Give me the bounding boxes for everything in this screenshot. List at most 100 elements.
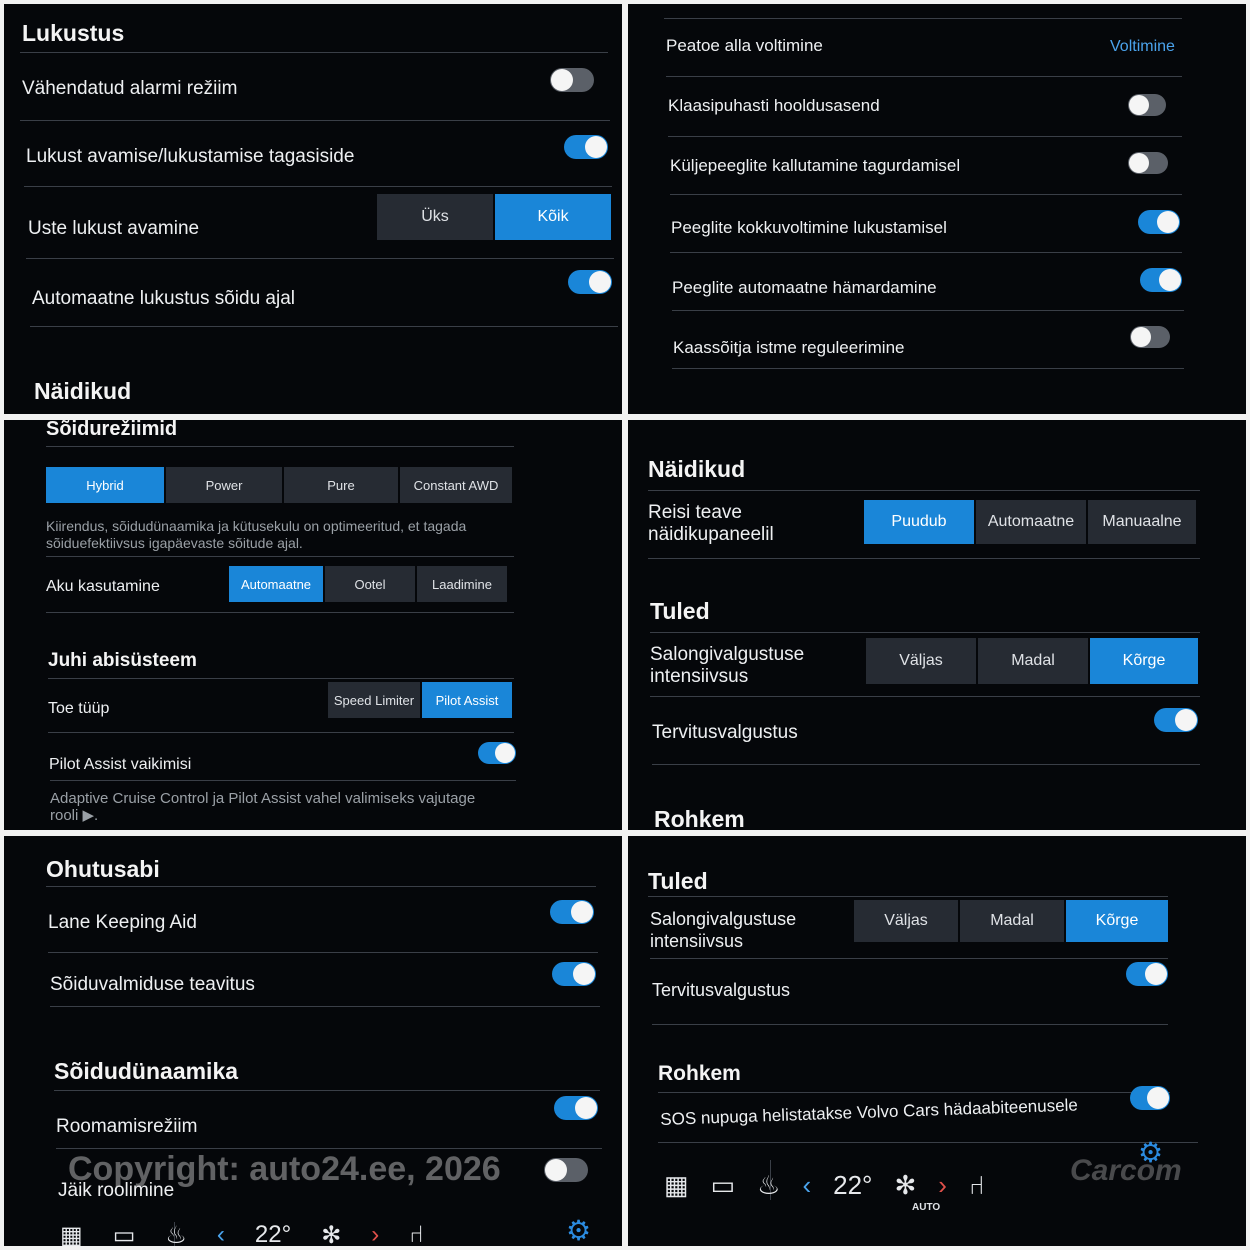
divider	[672, 368, 1184, 369]
panel-lock-settings: Lukustus Vähendatud alarmi režiim Lukust…	[4, 4, 622, 414]
passenger-seat-label: Kaassõitja istme reguleerimine	[673, 338, 905, 357]
grid-icon[interactable]: ▦	[664, 1170, 689, 1201]
readiness-alert-label: Sõiduvalmiduse teavitus	[50, 974, 255, 995]
divider	[46, 446, 514, 447]
readiness-alert-toggle[interactable]	[552, 962, 596, 986]
mirror-tilt-label: Küljepeeglite kallutamine tagurdamisel	[670, 156, 961, 175]
gear-icon[interactable]: ⚙	[566, 1214, 591, 1246]
passenger-seat-toggle[interactable]	[1130, 326, 1170, 348]
section-title-lukustus: Lukustus	[22, 20, 125, 46]
sos-call-toggle[interactable]	[1130, 1086, 1170, 1110]
door-unlock-all-option[interactable]: Kõik	[495, 194, 611, 240]
temperature-value[interactable]: 22°	[833, 1170, 872, 1201]
trip-info-auto-option[interactable]: Automaatne	[976, 500, 1086, 544]
speed-limiter-option[interactable]: Speed Limiter	[328, 682, 420, 718]
creep-mode-toggle[interactable]	[554, 1096, 598, 1120]
divider	[46, 886, 596, 887]
lock-feedback-toggle[interactable]	[564, 135, 608, 159]
trip-info-none-option[interactable]: Puudub	[864, 500, 974, 544]
seat-icon[interactable]: ⑁	[409, 1221, 423, 1246]
interior-light-high-option[interactable]: Kõrge	[1066, 900, 1168, 942]
auto-lock-toggle[interactable]	[568, 270, 612, 294]
divider	[30, 326, 618, 327]
section-title-naidikud: Näidikud	[34, 378, 132, 404]
divider	[48, 678, 514, 679]
door-unlock-segmented: Üks Kõik	[377, 194, 611, 240]
panel-displays-lights: Näidikud Reisi teave näidikupaneelil Puu…	[628, 420, 1246, 830]
divider	[650, 958, 1168, 959]
divider	[652, 764, 1200, 765]
setting-lock-feedback-label: Lukust avamise/lukustamise tagasiside	[26, 146, 355, 167]
lane-keeping-label: Lane Keeping Aid	[48, 912, 197, 933]
pilot-assist-default-toggle[interactable]	[478, 742, 516, 764]
interior-light-off-option[interactable]: Väljas	[866, 638, 976, 684]
mirror-fold-label: Peeglite kokkuvoltimine lukustamisel	[671, 218, 947, 237]
trip-info-manual-option[interactable]: Manuaalne	[1088, 500, 1196, 544]
trip-info-label: Reisi teave näidikupaneelil	[648, 502, 774, 545]
interior-light-off-option[interactable]: Väljas	[854, 900, 958, 942]
chevron-right-icon[interactable]: ›	[938, 1170, 947, 1201]
firm-steering-toggle[interactable]	[544, 1158, 588, 1182]
divider	[46, 612, 514, 613]
battery-auto-option[interactable]: Automaatne	[229, 566, 323, 602]
drive-mode-constant-awd[interactable]: Constant AWD	[400, 467, 512, 503]
divider	[664, 18, 1182, 19]
auto-label: AUTO	[912, 1202, 941, 1213]
seat-icon[interactable]: ⑁	[969, 1170, 985, 1201]
section-title-safety: Ohutusabi	[46, 856, 160, 882]
mirror-tilt-toggle[interactable]	[1128, 152, 1168, 174]
divider	[54, 1090, 600, 1091]
climate-bar: ▦ ▭ ♨ ‹ 22° ✻ › ⑁	[664, 1162, 1024, 1208]
divider	[652, 1024, 1168, 1025]
lane-keeping-toggle[interactable]	[550, 900, 594, 924]
setting-reduced-alarm-label: Vähendatud alarmi režiim	[22, 78, 238, 99]
interior-light-high-option[interactable]: Kõrge	[1090, 638, 1198, 684]
section-title-more: Rohkem	[658, 1062, 741, 1085]
divider	[20, 120, 610, 121]
fan-icon[interactable]: ✻	[321, 1221, 341, 1247]
interior-light-label: Salongivalgustuse intensiivsus	[650, 909, 797, 951]
divider	[50, 1006, 600, 1007]
temperature-value[interactable]: 22°	[255, 1221, 291, 1246]
welcome-light-toggle[interactable]	[1126, 962, 1168, 986]
interior-light-low-option[interactable]: Madal	[978, 638, 1088, 684]
reduced-alarm-toggle[interactable]	[550, 68, 594, 92]
fan-icon[interactable]: ✻	[894, 1170, 916, 1201]
seat-heat-icon[interactable]: ♨	[165, 1221, 187, 1247]
setting-door-unlock-label: Uste lukust avamine	[28, 218, 200, 239]
divider	[668, 136, 1182, 137]
chevron-left-icon[interactable]: ‹	[217, 1221, 225, 1246]
drive-mode-power[interactable]: Power	[166, 467, 282, 503]
chevron-right-icon[interactable]: ›	[371, 1221, 379, 1246]
divider	[670, 252, 1182, 253]
wiper-service-toggle[interactable]	[1128, 94, 1166, 116]
divider	[20, 52, 608, 53]
welcome-light-toggle[interactable]	[1154, 708, 1198, 732]
panel-safety: Ohutusabi Lane Keeping Aid Sõiduvalmidus…	[4, 836, 622, 1246]
divider	[650, 632, 1200, 633]
interior-light-segmented: Väljas Madal Kõrge	[854, 900, 1168, 942]
drive-mode-pure[interactable]: Pure	[284, 467, 398, 503]
camera-icon[interactable]: ▭	[711, 1170, 736, 1201]
door-unlock-one-option[interactable]: Üks	[377, 194, 493, 240]
battery-hold-option[interactable]: Ootel	[325, 566, 415, 602]
divider	[648, 558, 1200, 559]
grid-icon[interactable]: ▦	[60, 1221, 83, 1247]
seat-heat-icon[interactable]: ♨	[757, 1170, 780, 1201]
headrest-fold-button[interactable]: Voltimine	[1110, 38, 1175, 56]
camera-icon[interactable]: ▭	[113, 1221, 136, 1247]
panel-drive-modes: Sõidurežiimid Hybrid Power Pure Constant…	[4, 420, 622, 830]
mirror-dimming-toggle[interactable]	[1140, 268, 1182, 292]
divider	[658, 1142, 1198, 1143]
drive-mode-hybrid[interactable]: Hybrid	[46, 467, 164, 503]
section-title-dynamics: Sõidudünaamika	[54, 1058, 239, 1084]
interior-light-low-option[interactable]: Madal	[960, 900, 1064, 942]
pilot-assist-option[interactable]: Pilot Assist	[422, 682, 512, 718]
divider	[666, 76, 1182, 77]
chevron-left-icon[interactable]: ‹	[802, 1170, 811, 1201]
support-type-segmented: Speed Limiter Pilot Assist	[328, 682, 512, 718]
sos-call-label: SOS nupuga helistatakse Volvo Cars hädaa…	[660, 1095, 1079, 1129]
divider	[672, 310, 1184, 311]
mirror-fold-toggle[interactable]	[1138, 210, 1180, 234]
battery-charge-option[interactable]: Laadimine	[417, 566, 507, 602]
